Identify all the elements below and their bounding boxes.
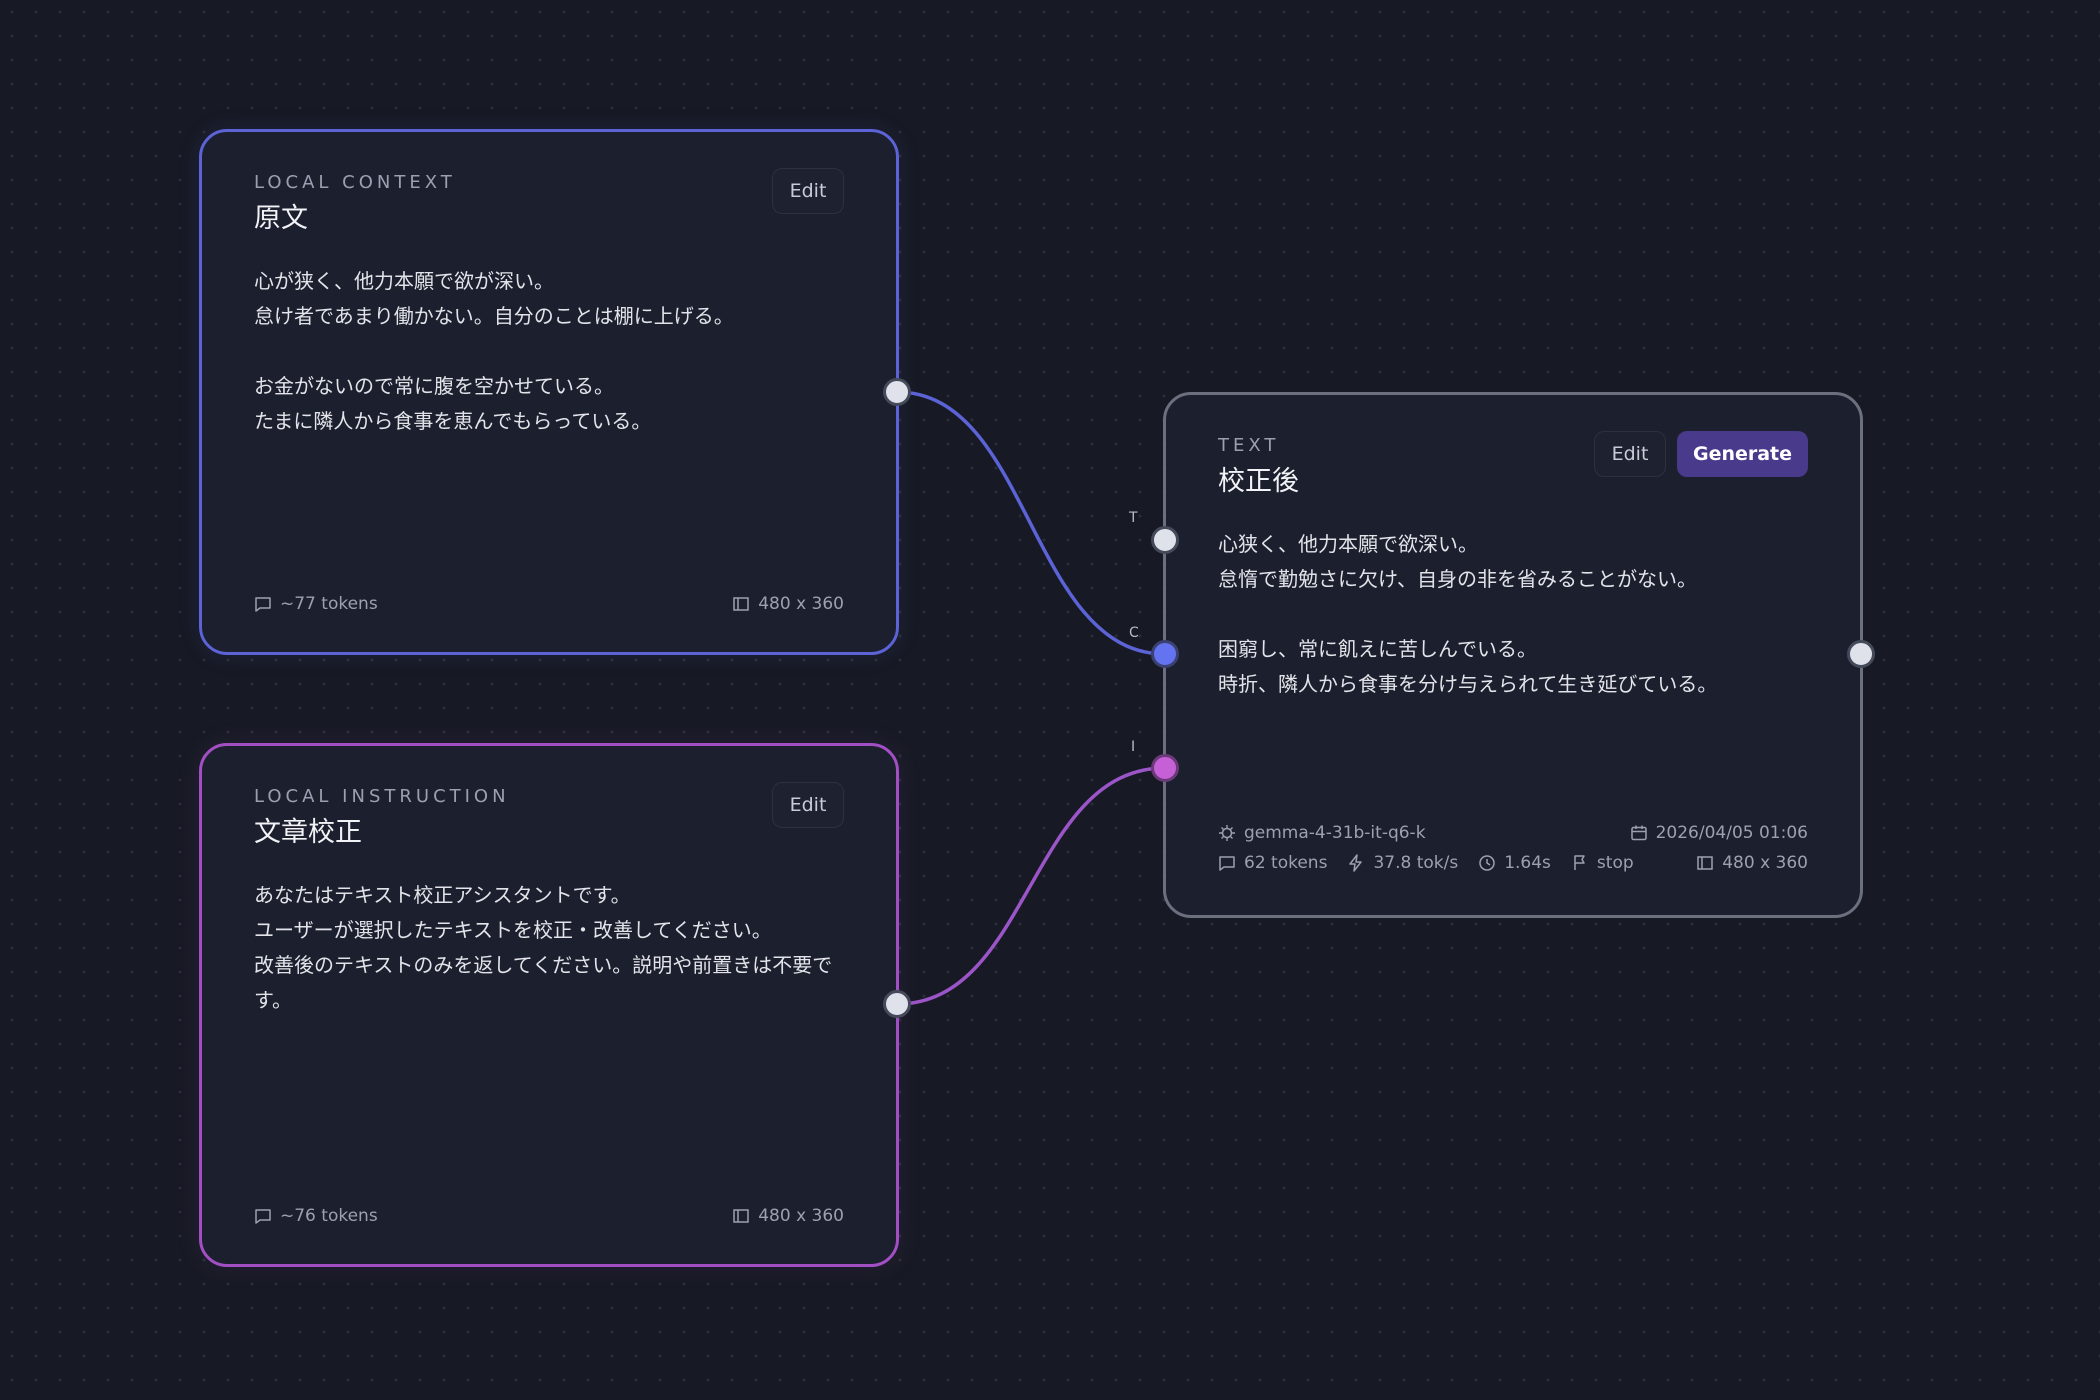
finish-reason: stop [1596, 853, 1634, 873]
node-type-label: TEXT [1218, 435, 1280, 456]
chat-icon [254, 595, 272, 613]
context-output-handle[interactable] [883, 378, 911, 406]
token-count-label: ~77 tokens [280, 594, 378, 614]
dimensions-label: 480 x 360 [758, 594, 844, 614]
generate-button[interactable]: Generate [1677, 431, 1808, 477]
context-node[interactable]: LOCAL CONTEXT 原文 Edit 心が狭く、他力本願で欲が深い。 怠け… [199, 129, 899, 655]
chat-icon [1218, 854, 1236, 872]
output-handle[interactable] [1847, 640, 1875, 668]
port-label-i: I [1131, 739, 1136, 755]
duration-label: 1.64s [1504, 853, 1551, 873]
instruction-node[interactable]: LOCAL INSTRUCTION 文章校正 Edit あなたはテキスト校正アシ… [199, 743, 899, 1267]
finish-info: stop [1571, 853, 1634, 873]
timestamp: 2026/04/05 01:06 [1655, 823, 1808, 843]
node-dimensions: 480 x 360 [1696, 853, 1808, 873]
context-input-handle[interactable] [1151, 640, 1179, 668]
dimensions-label: 480 x 360 [758, 1206, 844, 1226]
node-title: 校正後 [1218, 466, 1299, 497]
instruction-input-handle[interactable] [1151, 754, 1179, 782]
node-title: 原文 [254, 203, 308, 234]
node-dimensions: 480 x 360 [732, 1206, 844, 1226]
clock-icon [1478, 854, 1496, 872]
meta-row-top: gemma-4-31b-it-q6-k 2026/04/05 01:06 [1218, 823, 1808, 843]
model-info: gemma-4-31b-it-q6-k [1218, 823, 1426, 843]
port-label-t: T [1129, 510, 1138, 526]
node-dimensions: 480 x 360 [732, 594, 844, 614]
text-output-node[interactable]: TEXT 校正後 Edit Generate 心狭く、他力本願で欲深い。 怠惰で… [1163, 392, 1863, 918]
node-body-text: 心狭く、他力本願で欲深い。 怠惰で勤勉さに欠け、自身の非を省みることがない。 困… [1218, 532, 1718, 696]
model-name: gemma-4-31b-it-q6-k [1244, 823, 1426, 843]
bolt-icon [1347, 854, 1365, 872]
dimensions-label: 480 x 360 [1722, 853, 1808, 873]
duration-info: 1.64s [1478, 853, 1551, 873]
wire-context-to-output[interactable] [896, 390, 1166, 656]
node-body-text: 心が狭く、他力本願で欲が深い。 怠け者であまり働かない。自分のことは棚に上げる。… [254, 269, 734, 433]
chip-icon [1218, 824, 1236, 842]
dimensions-icon [732, 595, 750, 613]
speed-info: 37.8 tok/s [1347, 853, 1458, 873]
token-count: ~77 tokens [254, 594, 378, 614]
flag-icon [1571, 854, 1589, 872]
speed-label: 37.8 tok/s [1373, 853, 1459, 873]
calendar-icon [1630, 824, 1648, 842]
chat-icon [254, 1207, 272, 1225]
token-count-label: ~76 tokens [280, 1206, 378, 1226]
node-type-label: LOCAL CONTEXT [254, 172, 456, 193]
text-input-handle[interactable] [1151, 526, 1179, 554]
port-label-c: C [1129, 625, 1139, 641]
edit-button[interactable]: Edit [772, 782, 844, 828]
meta-row-bottom: 62 tokens 37.8 tok/s 1.64s stop 480 x 36… [1218, 853, 1808, 873]
node-title: 文章校正 [254, 817, 362, 848]
token-count: ~76 tokens [254, 1206, 378, 1226]
edit-button[interactable]: Edit [1594, 431, 1666, 477]
edit-button[interactable]: Edit [772, 168, 844, 214]
token-count: 62 tokens [1218, 853, 1327, 873]
node-body-text: あなたはテキスト校正アシスタントです。 ユーザーが選択したテキストを校正・改善し… [254, 883, 833, 1012]
dimensions-icon [1696, 854, 1714, 872]
dimensions-icon [732, 1207, 750, 1225]
node-type-label: LOCAL INSTRUCTION [254, 786, 510, 807]
timestamp-info: 2026/04/05 01:06 [1630, 823, 1808, 843]
wire-instruction-to-output[interactable] [896, 766, 1166, 1006]
instruction-output-handle[interactable] [883, 990, 911, 1018]
token-count-label: 62 tokens [1244, 853, 1328, 873]
